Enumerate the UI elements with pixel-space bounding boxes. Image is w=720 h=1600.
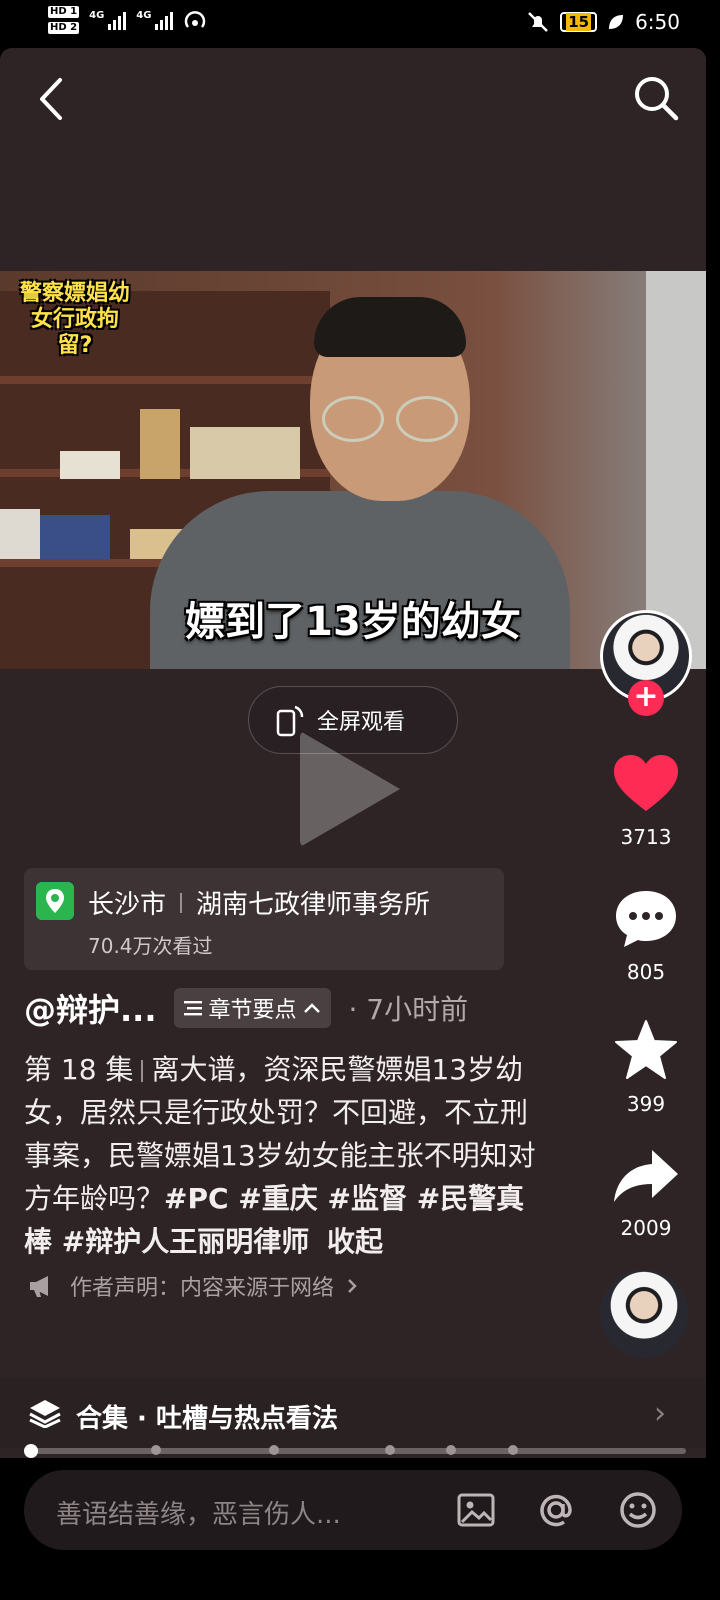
signal-1-icon: 4G — [89, 10, 127, 30]
chapter-marker — [151, 1445, 161, 1455]
play-icon[interactable] — [300, 731, 400, 847]
video-description: 第 18 集离大谱，资深民警嫖娼13岁幼女，居然只是行政处罚？不回避，不立刑事案… — [24, 1048, 544, 1263]
author-row: @辩护... 章节要点 · 7小时前 — [24, 986, 564, 1030]
follow-plus-icon[interactable]: + — [628, 680, 664, 716]
chapter-marker — [446, 1445, 456, 1455]
collapse-link[interactable]: 收起 — [327, 1225, 383, 1258]
location-pin-icon — [36, 882, 74, 920]
location-line: 长沙市 湖南七政律师事务所 — [88, 884, 430, 921]
episode-divider — [141, 1060, 144, 1082]
collection-bar[interactable]: 合集 · 吐槽与热点看法 › — [0, 1378, 706, 1448]
creator-avatar-group[interactable]: + — [600, 610, 692, 716]
location-divider — [180, 892, 183, 913]
share-count: 2009 — [620, 1216, 672, 1240]
glasses-left — [322, 396, 384, 442]
video-overlay-tag: 警察嫖娼幼女行政拘留? — [19, 281, 130, 358]
chevron-up-icon — [303, 1003, 320, 1013]
music-avatar[interactable] — [600, 1270, 692, 1358]
share-action[interactable]: 2009 — [600, 1146, 692, 1240]
comment-input[interactable]: 善语结善缘，恶言伤人... — [24, 1470, 682, 1550]
author-name[interactable]: @辩护... — [24, 985, 156, 1031]
hotspot-icon — [185, 11, 206, 28]
hd-indicator: HD 1 HD 2 — [48, 6, 80, 34]
bottom-bar: 善语结善缘，恶言伤人... — [0, 1458, 720, 1600]
declaration-text: 作者声明：内容来源于网络 — [70, 1276, 335, 1301]
leaf-icon — [609, 15, 624, 29]
image-icon[interactable] — [456, 1490, 496, 1530]
battery-level: 15 — [566, 13, 592, 31]
status-right: 15 6:50 — [526, 10, 680, 34]
location-place: 湖南七政律师事务所 — [196, 890, 431, 920]
search-icon[interactable] — [630, 72, 682, 124]
comment-count: 805 — [626, 960, 666, 984]
star-icon[interactable] — [613, 1018, 679, 1082]
layers-icon — [29, 1400, 61, 1428]
signal-2-icon: 4G — [136, 10, 174, 30]
chapter-button[interactable]: 章节要点 — [174, 988, 331, 1028]
like-action[interactable]: 3713 — [600, 753, 692, 849]
mention-icon[interactable] — [536, 1490, 576, 1530]
chapter-marker — [385, 1445, 395, 1455]
back-icon[interactable] — [34, 74, 68, 124]
rotate-screen-icon — [276, 705, 304, 737]
collection-chevron-icon: › — [654, 1396, 666, 1431]
post-time: · 7小时前 — [348, 993, 469, 1026]
speaker-hair — [314, 297, 466, 357]
comment-action[interactable]: 805 — [600, 888, 692, 984]
comment-placeholder: 善语结善缘，恶言伤人... — [56, 1500, 341, 1530]
heart-icon[interactable] — [612, 753, 680, 815]
status-left: HD 1 HD 2 4G 4G — [48, 6, 209, 34]
favorite-count: 399 — [626, 1092, 666, 1116]
episode-label[interactable]: 第 18 集 — [24, 1053, 133, 1086]
progress-knob[interactable] — [24, 1444, 38, 1458]
location-card[interactable]: 长沙市 湖南七政律师事务所 70.4万次看过 — [24, 868, 504, 970]
location-views: 70.4万次看过 — [88, 934, 213, 958]
location-city: 长沙市 — [88, 890, 167, 920]
video-detail-panel: 警察嫖娼幼女行政拘留? 嫖到了13岁的幼女 + 全屏观看 3713 805 39… — [0, 48, 706, 1458]
like-count: 3713 — [620, 825, 672, 849]
megaphone-icon — [30, 1276, 48, 1297]
chapter-label: 章节要点 — [208, 998, 297, 1023]
network-1-label: 4G — [89, 10, 105, 21]
chapter-marker — [269, 1445, 279, 1455]
hd1-label: HD 1 — [48, 6, 80, 18]
chevron-right-icon — [348, 1279, 357, 1293]
collection-label: 合集 · 吐槽与热点看法 — [76, 1404, 338, 1434]
chapter-marker — [508, 1445, 518, 1455]
battery-icon: 15 — [560, 12, 598, 32]
author-declaration[interactable]: 作者声明：内容来源于网络 — [28, 1270, 358, 1302]
network-2-label: 4G — [136, 10, 152, 21]
favorite-action[interactable]: 399 — [600, 1018, 692, 1116]
glasses-right — [396, 396, 458, 442]
share-arrow-icon[interactable] — [612, 1146, 680, 1206]
list-icon — [184, 1001, 203, 1016]
mute-bell-icon — [528, 12, 549, 32]
comment-bubble-icon[interactable] — [613, 888, 679, 950]
video-progress-bar[interactable] — [24, 1444, 686, 1458]
hd2-label: HD 2 — [48, 22, 80, 34]
clock: 6:50 — [635, 10, 680, 34]
emoji-icon[interactable] — [618, 1490, 658, 1530]
status-bar: HD 1 HD 2 4G 4G 15 6:50 — [0, 0, 720, 48]
music-disc-avatar[interactable] — [600, 1270, 688, 1358]
